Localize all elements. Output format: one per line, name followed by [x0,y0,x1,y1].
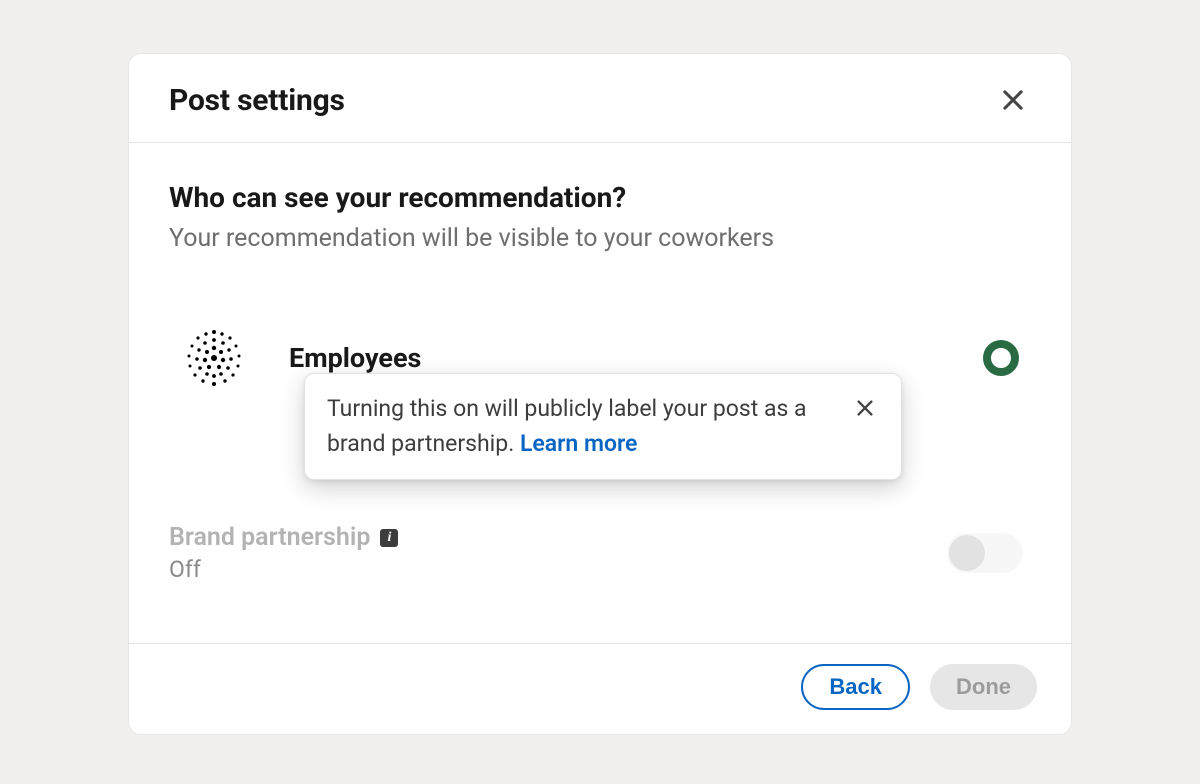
close-icon [854,397,876,419]
tooltip-text: Turning this on will publicly label your… [327,392,851,461]
brand-partnership-label-text: Brand partnership [169,523,370,552]
modal-header: Post settings [129,54,1071,143]
brand-partnership-row: Brand partnership i Off [169,523,1023,583]
modal-title: Post settings [169,83,345,118]
close-icon [999,86,1027,114]
radio-selected-icon [983,340,1019,376]
done-button[interactable]: Done [930,664,1037,710]
brand-partnership-tooltip: Turning this on will publicly label your… [304,373,902,480]
modal-close-button[interactable] [995,82,1031,118]
post-settings-modal: Post settings Who can see your recommend… [129,54,1071,734]
visibility-subtext: Your recommendation will be visible to y… [169,224,1023,253]
info-icon[interactable]: i [380,529,398,547]
brand-partnership-status: Off [169,556,398,583]
back-button[interactable]: Back [801,664,910,710]
modal-footer: Back Done [129,644,1071,734]
company-icon [179,323,249,393]
brand-partnership-toggle[interactable] [947,533,1023,573]
brand-partnership-left: Brand partnership i Off [169,523,398,583]
tooltip-close-button[interactable] [851,394,879,422]
brand-partnership-label: Brand partnership i [169,523,398,552]
toggle-knob [949,535,985,571]
visibility-question: Who can see your recommendation? [169,181,1023,214]
tooltip-learn-more-link[interactable]: Learn more [520,430,637,457]
modal-body: Who can see your recommendation? Your re… [129,143,1071,644]
option-label: Employees [289,342,983,374]
